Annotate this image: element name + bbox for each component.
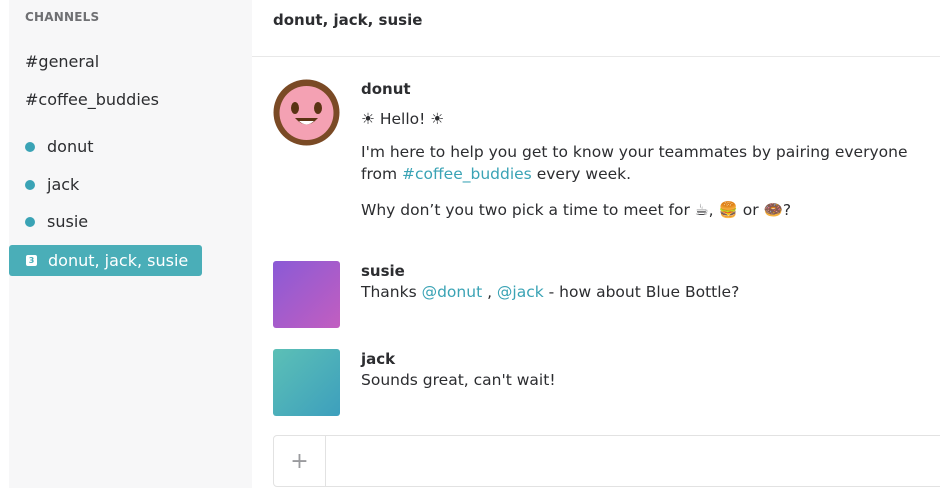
sidebar-dm-label: susie xyxy=(47,212,89,231)
donut-face-icon xyxy=(273,79,340,146)
jack-avatar[interactable] xyxy=(273,349,340,416)
group-count-icon: 3 xyxy=(26,255,37,266)
text-fragment: Why don’t you two pick a time to meet fo… xyxy=(361,201,695,219)
sidebar-channel-coffee-buddies[interactable]: #coffee_buddies xyxy=(25,90,159,110)
attach-button[interactable]: + xyxy=(274,436,326,486)
text-fragment: or xyxy=(737,201,764,219)
mention-donut[interactable]: @donut xyxy=(422,283,483,301)
online-status-icon xyxy=(25,142,35,152)
burger-icon: 🍔 xyxy=(718,201,738,219)
channels-heading: CHANNELS xyxy=(25,10,100,24)
message-question: Why don’t you two pick a time to meet fo… xyxy=(361,199,940,221)
text-fragment: ? xyxy=(782,201,792,219)
app-window: CHANNELS #general #coffee_buddies donut … xyxy=(0,0,940,488)
channel-link-coffee-buddies[interactable]: #coffee_buddies xyxy=(402,165,532,183)
doughnut-icon: 🍩 xyxy=(763,201,783,219)
sidebar: CHANNELS #general #coffee_buddies donut … xyxy=(9,0,252,488)
sidebar-dm-donut[interactable]: donut xyxy=(25,137,94,157)
online-status-icon xyxy=(25,217,35,227)
sidebar-dm-susie[interactable]: susie xyxy=(25,212,88,232)
sidebar-channel-general[interactable]: #general xyxy=(25,52,99,72)
sidebar-group-label: donut, jack, susie xyxy=(48,251,189,270)
text-fragment: , xyxy=(708,201,719,219)
plus-icon: + xyxy=(290,448,309,474)
conversation-pane: donut, jack, susie donut ☀ Hello! ☀ I'm … xyxy=(252,0,940,488)
text-fragment: , xyxy=(482,283,497,301)
message-text: Thanks @donut , @jack - how about Blue B… xyxy=(361,281,940,303)
conversation-title: donut, jack, susie xyxy=(273,11,423,29)
message-composer: + xyxy=(273,435,940,488)
text-fragment: every week. xyxy=(531,165,632,183)
message-intro-line-2: from #coffee_buddies every week. xyxy=(361,163,940,185)
message-body: susie Thanks @donut , @jack - how about … xyxy=(361,261,940,303)
text-fragment: Thanks xyxy=(361,283,422,301)
mention-jack[interactable]: @jack xyxy=(497,283,544,301)
susie-avatar[interactable] xyxy=(273,261,340,328)
sidebar-dm-label: donut xyxy=(47,137,94,156)
donut-avatar[interactable] xyxy=(273,79,340,146)
message-text: Sounds great, can't wait! xyxy=(361,371,556,389)
message-author[interactable]: susie xyxy=(361,261,940,281)
message-body: donut ☀ Hello! ☀ I'm here to help you ge… xyxy=(361,79,940,221)
conversation-header: donut, jack, susie xyxy=(252,0,940,57)
message-author[interactable]: jack xyxy=(361,349,940,369)
message-body: jack Sounds great, can't wait! xyxy=(361,349,940,391)
sidebar-group-dm-active[interactable]: 3 donut, jack, susie xyxy=(9,245,202,276)
message-greeting: ☀ Hello! ☀ xyxy=(361,110,445,128)
sidebar-dm-label: jack xyxy=(47,175,80,194)
message-input[interactable] xyxy=(326,436,940,488)
message-author[interactable]: donut xyxy=(361,79,940,99)
message-intro-line-1: I'm here to help you get to know your te… xyxy=(361,143,908,161)
sidebar-dm-jack[interactable]: jack xyxy=(25,175,79,195)
text-fragment: - how about Blue Bottle? xyxy=(543,283,740,301)
online-status-icon xyxy=(25,180,35,190)
coffee-icon: ☕ xyxy=(694,201,709,219)
text-fragment: from xyxy=(361,165,402,183)
